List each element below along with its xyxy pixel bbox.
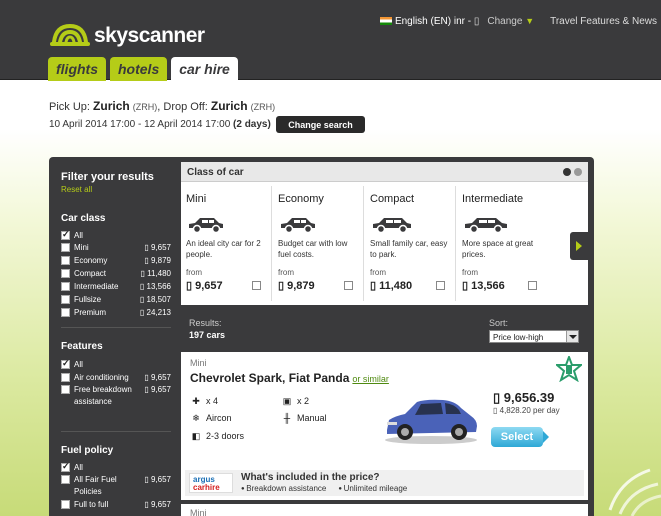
car-icon bbox=[373, 218, 411, 234]
class-card-intermediate[interactable]: Intermediate More space at great prices.… bbox=[457, 186, 548, 301]
compare-checkbox[interactable] bbox=[344, 281, 353, 290]
snowflake-icon: ❄ bbox=[192, 412, 200, 423]
change-locale-link[interactable]: Change ▼ bbox=[487, 16, 534, 27]
checkbox[interactable] bbox=[61, 295, 70, 304]
car-icon bbox=[189, 218, 223, 234]
travel-features-link[interactable]: Travel Features & News bbox=[550, 16, 657, 27]
results-bar: Results: 197 cars Sort: Price low-high bbox=[181, 310, 588, 348]
checkbox[interactable] bbox=[61, 385, 70, 394]
included-list: Breakdown assistance Unlimited mileage bbox=[241, 484, 407, 493]
filter-feature-breakdown[interactable]: Free breakdown assistance ▯ 9,657 bbox=[61, 384, 171, 408]
results-panel: Filter your results Reset all Car class … bbox=[49, 157, 594, 516]
select-button[interactable]: Select bbox=[491, 427, 549, 447]
reset-all-link[interactable]: Reset all bbox=[61, 185, 92, 194]
checkbox[interactable] bbox=[61, 475, 70, 484]
tab-flights[interactable]: flights bbox=[48, 57, 106, 81]
class-card-economy[interactable]: Economy Budget car with low fuel costs. … bbox=[273, 186, 364, 301]
filter-fuel-full-to-full[interactable]: Full to full ▯ 9,657 bbox=[61, 499, 171, 511]
language-selector[interactable]: English (EN) inr - ▯ bbox=[379, 16, 480, 27]
class-card-mini[interactable]: Mini An ideal city car for 2 people. fro… bbox=[181, 186, 272, 301]
checkbox[interactable] bbox=[61, 282, 70, 291]
price-per-day: ▯ 4,828.20 per day bbox=[493, 406, 560, 415]
search-locations: Pick Up: Zurich (ZRH), Drop Off: Zurich … bbox=[49, 99, 276, 113]
luggage-icon: ▣ bbox=[282, 395, 292, 406]
top-links: English (EN) inr - ▯ Change ▼ Travel Fea… bbox=[379, 16, 657, 27]
or-similar-link[interactable]: or similar bbox=[352, 374, 389, 384]
included-title[interactable]: What's included in the price? bbox=[241, 472, 380, 483]
checkbox[interactable] bbox=[61, 500, 70, 509]
car-class-heading: Car class bbox=[61, 213, 106, 224]
filter-title: Filter your results bbox=[61, 171, 154, 183]
checkbox[interactable] bbox=[61, 373, 70, 382]
transmission-feature: ╫ Manual bbox=[281, 413, 327, 423]
india-flag-icon bbox=[379, 17, 392, 26]
results-count: 197 cars bbox=[189, 330, 226, 340]
checkbox[interactable] bbox=[61, 256, 70, 265]
checkbox[interactable] bbox=[61, 229, 70, 240]
product-tabs: flights hotels car hire bbox=[48, 57, 238, 81]
filter-class-all[interactable]: All bbox=[61, 229, 171, 242]
filter-fuel-all[interactable]: All bbox=[61, 461, 171, 474]
car-photo bbox=[385, 399, 477, 444]
divider bbox=[61, 431, 171, 432]
tab-car-hire[interactable]: car hire bbox=[171, 57, 238, 81]
star-rating-icon bbox=[556, 356, 582, 382]
compare-checkbox[interactable] bbox=[436, 281, 445, 290]
logo-text: skyscanner bbox=[94, 24, 205, 47]
skyscanner-cloud-icon bbox=[50, 23, 90, 46]
gearstick-icon: ╫ bbox=[283, 413, 291, 423]
door-icon: ◧ bbox=[191, 430, 201, 441]
result-card[interactable]: Mini bbox=[181, 504, 588, 516]
checkbox[interactable] bbox=[61, 269, 70, 278]
dropdown-arrow-icon bbox=[566, 331, 578, 342]
filter-feature-aircon[interactable]: Air conditioning ▯ 9,657 bbox=[61, 372, 171, 384]
carousel-dots[interactable] bbox=[563, 168, 582, 176]
doors-feature: ◧ 2-3 doors bbox=[191, 430, 245, 442]
carousel-next-button[interactable] bbox=[570, 232, 588, 260]
filter-class-compact[interactable]: Compact ▯ 11,480 bbox=[61, 268, 171, 280]
compare-checkbox[interactable] bbox=[528, 281, 537, 290]
change-search-button[interactable]: Change search bbox=[276, 116, 365, 133]
divider bbox=[61, 327, 171, 328]
site-header: skyscanner English (EN) inr - ▯ Change ▼… bbox=[0, 0, 661, 81]
rupee-icon: ▯ bbox=[473, 16, 480, 27]
tab-hotels[interactable]: hotels bbox=[110, 57, 168, 81]
class-of-car-header: Class of car bbox=[181, 162, 588, 182]
features-heading: Features bbox=[61, 341, 103, 352]
class-of-car-box: Class of car Mini An ideal city car for … bbox=[181, 162, 588, 305]
caret-down-icon: ▼ bbox=[525, 16, 535, 26]
car-icon bbox=[465, 218, 507, 234]
car-icon bbox=[281, 218, 315, 234]
filter-fuel-fair[interactable]: All Fair Fuel Policies ▯ 9,657 bbox=[61, 474, 171, 498]
checkbox[interactable] bbox=[61, 358, 70, 369]
result-card[interactable]: Mini Chevrolet Spark, Fiat Panda or simil… bbox=[181, 352, 588, 500]
argus-carhire-logo: argus carhire bbox=[189, 473, 233, 493]
checkbox[interactable] bbox=[61, 243, 70, 252]
filter-class-premium[interactable]: Premium ▯ 24,213 bbox=[61, 307, 171, 319]
results-content: Class of car Mini An ideal city car for … bbox=[181, 162, 588, 516]
checkbox[interactable] bbox=[61, 308, 70, 317]
filter-sidebar: Filter your results Reset all Car class … bbox=[49, 157, 179, 516]
person-icon: ✚ bbox=[192, 395, 200, 406]
total-price: ▯ 9,656.39 bbox=[493, 390, 555, 405]
car-name: Chevrolet Spark, Fiat Panda or similar bbox=[190, 371, 389, 385]
filter-class-fullsize[interactable]: Fullsize ▯ 18,507 bbox=[61, 294, 171, 306]
filter-class-intermediate[interactable]: Intermediate ▯ 13,566 bbox=[61, 281, 171, 293]
filter-class-mini[interactable]: Mini ▯ 9,657 bbox=[61, 242, 171, 254]
filter-class-economy[interactable]: Economy ▯ 9,879 bbox=[61, 255, 171, 267]
whats-included: argus carhire What's included in the pri… bbox=[185, 470, 584, 496]
seats-feature: ✚ x 4 bbox=[190, 395, 218, 407]
decorative-swirl bbox=[608, 468, 661, 516]
fuel-policy-heading: Fuel policy bbox=[61, 445, 114, 456]
class-card-compact[interactable]: Compact Small family car, easy to park. … bbox=[365, 186, 456, 301]
filter-feature-all[interactable]: All bbox=[61, 358, 171, 371]
skyscanner-logo[interactable]: skyscanner bbox=[48, 20, 205, 48]
checkbox[interactable] bbox=[61, 461, 70, 472]
aircon-feature: ❄ Aircon bbox=[190, 412, 231, 424]
compare-checkbox[interactable] bbox=[252, 281, 261, 290]
bags-feature: ▣ x 2 bbox=[282, 395, 310, 407]
search-dates: 10 April 2014 17:00 - 12 April 2014 17:0… bbox=[49, 119, 271, 130]
sort-select[interactable]: Price low-high bbox=[489, 330, 579, 343]
